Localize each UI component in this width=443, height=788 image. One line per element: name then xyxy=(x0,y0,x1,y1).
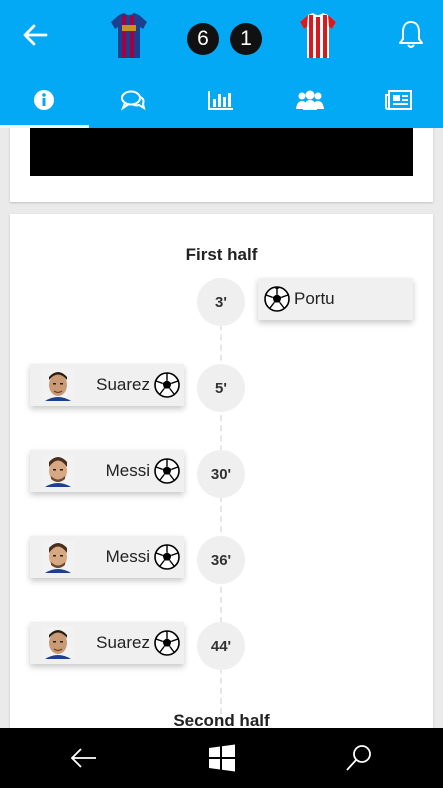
away-jersey-icon xyxy=(300,13,336,58)
bar-chart-icon xyxy=(208,91,234,110)
match-content[interactable]: First half 3' Portu 5' Suarez 30' Messi … xyxy=(0,128,443,728)
player-name: Suarez xyxy=(96,375,150,394)
timeline-event[interactable]: Portu xyxy=(258,278,413,320)
system-start-button[interactable] xyxy=(206,742,238,774)
home-team-jersey[interactable] xyxy=(109,12,149,60)
newspaper-icon xyxy=(384,90,412,110)
people-icon xyxy=(296,90,325,110)
home-jersey-icon xyxy=(111,13,147,58)
event-minute: 5' xyxy=(197,364,245,412)
player-photo-icon xyxy=(42,369,74,401)
timeline-event[interactable]: Suarez xyxy=(30,622,184,664)
tab-comments[interactable] xyxy=(89,72,178,128)
player-name: Suarez xyxy=(96,633,150,652)
soccer-ball-icon xyxy=(154,630,180,656)
player-name: Messi xyxy=(105,547,150,566)
player-name: Portu xyxy=(294,289,335,308)
player-avatar xyxy=(42,369,74,401)
back-arrow-icon xyxy=(70,748,96,768)
timeline-card: First half 3' Portu 5' Suarez 30' Messi … xyxy=(10,214,433,728)
soccer-ball-icon xyxy=(154,372,180,398)
tab-stats[interactable] xyxy=(177,72,266,128)
match-tabs xyxy=(0,72,443,128)
player-photo-icon xyxy=(42,627,74,659)
timeline-event[interactable]: Suarez xyxy=(30,364,184,406)
app-header: 6 1 xyxy=(0,0,443,128)
away-score: 1 xyxy=(230,23,262,55)
system-nav-bar xyxy=(0,728,443,788)
event-minute: 36' xyxy=(197,536,245,584)
system-back-button[interactable] xyxy=(68,742,100,774)
bell-icon xyxy=(399,21,423,48)
timeline-event[interactable]: Messi xyxy=(30,536,184,578)
away-team-jersey[interactable] xyxy=(298,12,338,60)
home-score: 6 xyxy=(187,23,219,55)
timeline-event[interactable]: Messi xyxy=(30,450,184,492)
notifications-button[interactable] xyxy=(396,18,426,50)
second-half-label: Second half xyxy=(173,711,270,728)
player-photo-icon xyxy=(42,541,74,573)
event-minute: 44' xyxy=(197,622,245,670)
event-minute: 3' xyxy=(197,278,245,326)
soccer-ball-icon xyxy=(264,286,290,312)
back-arrow-icon xyxy=(23,24,48,46)
info-icon xyxy=(34,90,55,110)
video-card xyxy=(10,128,433,202)
system-search-button[interactable] xyxy=(343,742,375,774)
player-name: Messi xyxy=(105,461,150,480)
windows-logo-icon xyxy=(209,744,235,772)
match-topbar: 6 1 xyxy=(0,0,443,72)
tab-lineups[interactable] xyxy=(266,72,355,128)
tab-info[interactable] xyxy=(0,72,89,128)
first-half-label: First half xyxy=(185,245,258,264)
event-minute: 30' xyxy=(197,450,245,498)
video-player[interactable] xyxy=(30,128,413,176)
player-avatar xyxy=(42,541,74,573)
chat-icon xyxy=(120,90,146,111)
back-button[interactable] xyxy=(20,20,50,50)
soccer-ball-icon xyxy=(154,544,180,570)
soccer-ball-icon xyxy=(154,458,180,484)
player-avatar xyxy=(42,627,74,659)
player-photo-icon xyxy=(42,455,74,487)
tab-news[interactable] xyxy=(354,72,443,128)
player-avatar xyxy=(42,455,74,487)
search-icon xyxy=(346,745,371,771)
